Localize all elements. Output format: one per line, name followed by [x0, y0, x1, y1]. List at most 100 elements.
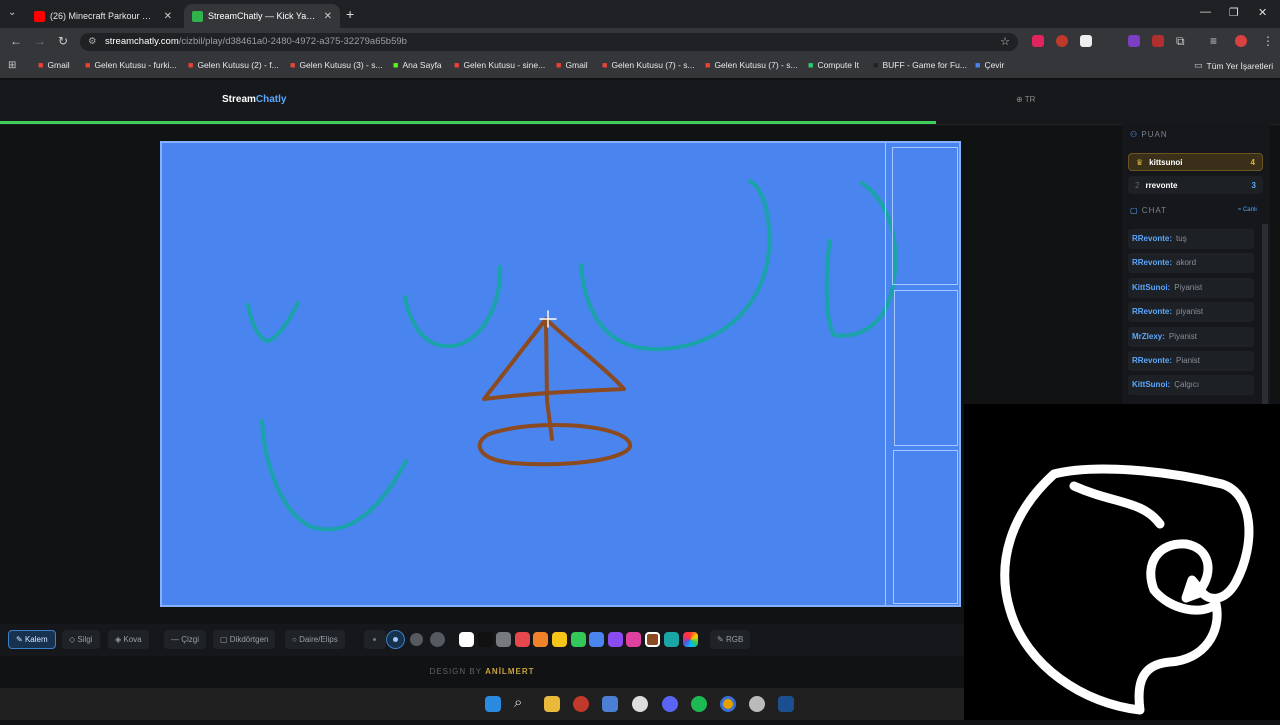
site-logo[interactable]: StreamChatly [222, 94, 286, 105]
bookmark-item[interactable]: ■ BUFF - Game for Fu... [873, 60, 967, 70]
crown-icon: ♛ [1136, 157, 1144, 167]
chrome-icon[interactable] [720, 696, 736, 712]
color-swatch[interactable] [533, 632, 549, 647]
bookmark-item[interactable]: ■ Gmail [38, 60, 70, 70]
close-tab-icon[interactable]: ✕ [164, 11, 172, 22]
bookmark-item[interactable]: ■ Çevir [975, 60, 1004, 70]
app-icon[interactable] [749, 696, 765, 712]
player-rank: 2 [1135, 180, 1140, 190]
pen-tool-button[interactable]: ✎ Kalem [8, 630, 56, 649]
rgb-color-wheel[interactable] [683, 632, 698, 647]
file-explorer-icon[interactable] [544, 696, 560, 712]
bookmark-item[interactable]: ■ Gelen Kutusu (7) - s... [705, 60, 798, 70]
back-icon[interactable]: ← [10, 34, 22, 48]
discord-icon[interactable] [662, 696, 678, 712]
bookmark-item[interactable]: ■ Gmail [556, 60, 588, 70]
chat-message: KittSunoi: Piyanist [1128, 277, 1254, 298]
brush-size-medium[interactable] [386, 630, 405, 649]
rectangle-tool-button[interactable]: ▢ Dikdörtgen [213, 630, 276, 649]
color-swatch[interactable] [459, 632, 474, 647]
all-bookmarks-folder[interactable]: ▭ Tüm Yer İşaretleri [1194, 60, 1273, 71]
brush-size-xlarge[interactable] [430, 632, 445, 647]
extension-icon[interactable] [1080, 35, 1092, 47]
bookmark-label: Gelen Kutusu (2) - f... [197, 60, 279, 70]
bookmark-item[interactable]: ■ Gelen Kutusu (3) - s... [290, 60, 383, 70]
canvas-side-panel [893, 450, 958, 604]
steam-icon[interactable] [778, 696, 794, 712]
color-swatch[interactable] [626, 632, 642, 647]
canvas-side-panel [892, 147, 958, 285]
brown-stroke [482, 317, 626, 401]
reload-icon[interactable]: ↻ [58, 34, 68, 48]
tab-search-icon[interactable]: ⌄ [8, 7, 16, 18]
ellipse-tool-button[interactable]: ○ Daire/Elips [285, 630, 345, 649]
extension-icon[interactable] [1128, 35, 1140, 47]
brush-size-small[interactable] [364, 630, 386, 649]
bookmark-item[interactable]: ■ Compute It [808, 60, 859, 70]
store-icon[interactable] [602, 696, 618, 712]
close-tab-icon[interactable]: ✕ [324, 11, 332, 22]
teal-stroke [246, 301, 300, 343]
player-name: rrevonte [1145, 180, 1178, 190]
url-field[interactable]: ⚙ streamchatly.com/cizbil/play/d38461a0-… [80, 33, 1018, 51]
spotify-icon[interactable] [691, 696, 707, 712]
search-icon[interactable]: ⌕ [514, 694, 522, 711]
steelseries-icon[interactable] [632, 696, 648, 712]
extension-icon[interactable] [1152, 35, 1164, 47]
bookmark-item[interactable]: ■ Ana Sayfa [393, 60, 442, 70]
color-swatch[interactable] [570, 632, 586, 647]
color-swatch[interactable] [552, 632, 567, 647]
profile-avatar[interactable] [1235, 35, 1247, 47]
maximize-icon[interactable]: ❐ [1229, 6, 1239, 19]
bookmark-item[interactable]: ■ Gelen Kutusu - furki... [85, 60, 177, 70]
bookmark-item[interactable]: ■ Gelen Kutusu (2) - f... [188, 60, 279, 70]
color-swatch[interactable] [645, 632, 660, 647]
color-swatch[interactable] [514, 632, 530, 647]
rgb-picker-button[interactable]: ✎ RGB [710, 630, 751, 649]
color-swatch[interactable] [477, 632, 493, 647]
eyedropper-icon: ✎ [717, 635, 724, 644]
color-swatch[interactable] [496, 632, 512, 647]
media-icon[interactable]: ≡ [1210, 34, 1217, 48]
language-selector[interactable]: ⊕ TR [1016, 95, 1035, 104]
chat-text: Piyanist [1168, 331, 1197, 341]
close-window-icon[interactable]: ✕ [1258, 6, 1267, 19]
bookmark-star-icon[interactable]: ☆ [1000, 33, 1010, 51]
size-dot-icon [393, 637, 398, 642]
forward-icon[interactable]: → [34, 34, 46, 48]
tab-streamchatly[interactable]: StreamChatly — Kick Yayıncıları ✕ [184, 4, 340, 28]
site-info-icon[interactable]: ⚙ [88, 33, 97, 51]
color-swatch[interactable] [589, 632, 605, 647]
windows-start-icon[interactable] [485, 696, 501, 712]
chat-scrollbar[interactable] [1262, 224, 1268, 404]
all-bookmarks-label: Tüm Yer İşaretleri [1206, 60, 1274, 71]
chat-message: RRevonte: tuş [1128, 229, 1254, 249]
youtube-icon [34, 10, 45, 22]
bookmark-label: Çevir [984, 60, 1005, 70]
gmail-icon: ■ [290, 60, 296, 70]
new-tab-button[interactable]: + [346, 6, 354, 22]
tab-youtube[interactable]: (26) Minecraft Parkour Gamepla ✕ [26, 4, 180, 28]
extensions-puzzle-icon[interactable]: ⧉ [1176, 34, 1185, 49]
bucket-tool-button[interactable]: ◈ Kova [108, 630, 149, 649]
scoreboard-title: PUAN [1141, 130, 1168, 139]
bookmark-item[interactable]: ■ Gelen Kutusu - sine... [454, 60, 545, 70]
chat-message: RRevonte: akord [1128, 253, 1254, 274]
extension-icon[interactable] [1032, 35, 1044, 47]
extension-icon[interactable] [1056, 35, 1068, 47]
line-tool-button[interactable]: — Çizgi [164, 630, 207, 649]
brush-size-large[interactable] [410, 633, 423, 646]
color-swatch[interactable] [663, 632, 679, 647]
brown-stroke [477, 423, 632, 467]
minimize-icon[interactable]: — [1200, 6, 1211, 18]
bookmark-item[interactable]: ■ Gelen Kutusu (7) - s... [602, 60, 695, 70]
bookmark-label: Gelen Kutusu - furki... [94, 60, 177, 70]
chat-text: Çalgıcı [1174, 380, 1200, 390]
menu-kebab-icon[interactable]: ⋮ [1262, 34, 1274, 48]
app-icon[interactable] [573, 696, 589, 712]
drawing-canvas[interactable] [160, 141, 961, 607]
apps-grid-icon[interactable]: ⊞ [8, 60, 16, 71]
ellipse-label: Daire/Elips [299, 635, 338, 644]
eraser-tool-button[interactable]: ◇ Silgi [62, 630, 100, 649]
color-swatch[interactable] [607, 632, 623, 647]
